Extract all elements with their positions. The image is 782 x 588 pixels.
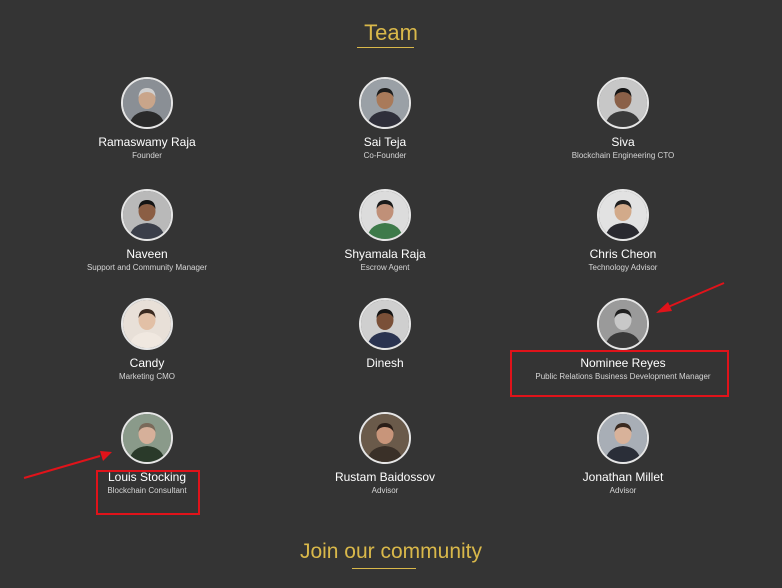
- community-heading: Join our community: [299, 540, 483, 563]
- community-heading-underline: [352, 568, 416, 569]
- arrow-to-louis-stocking: [23, 451, 112, 479]
- arrow-to-nominee-reyes: [656, 282, 725, 313]
- annotation-arrows: [23, 282, 725, 479]
